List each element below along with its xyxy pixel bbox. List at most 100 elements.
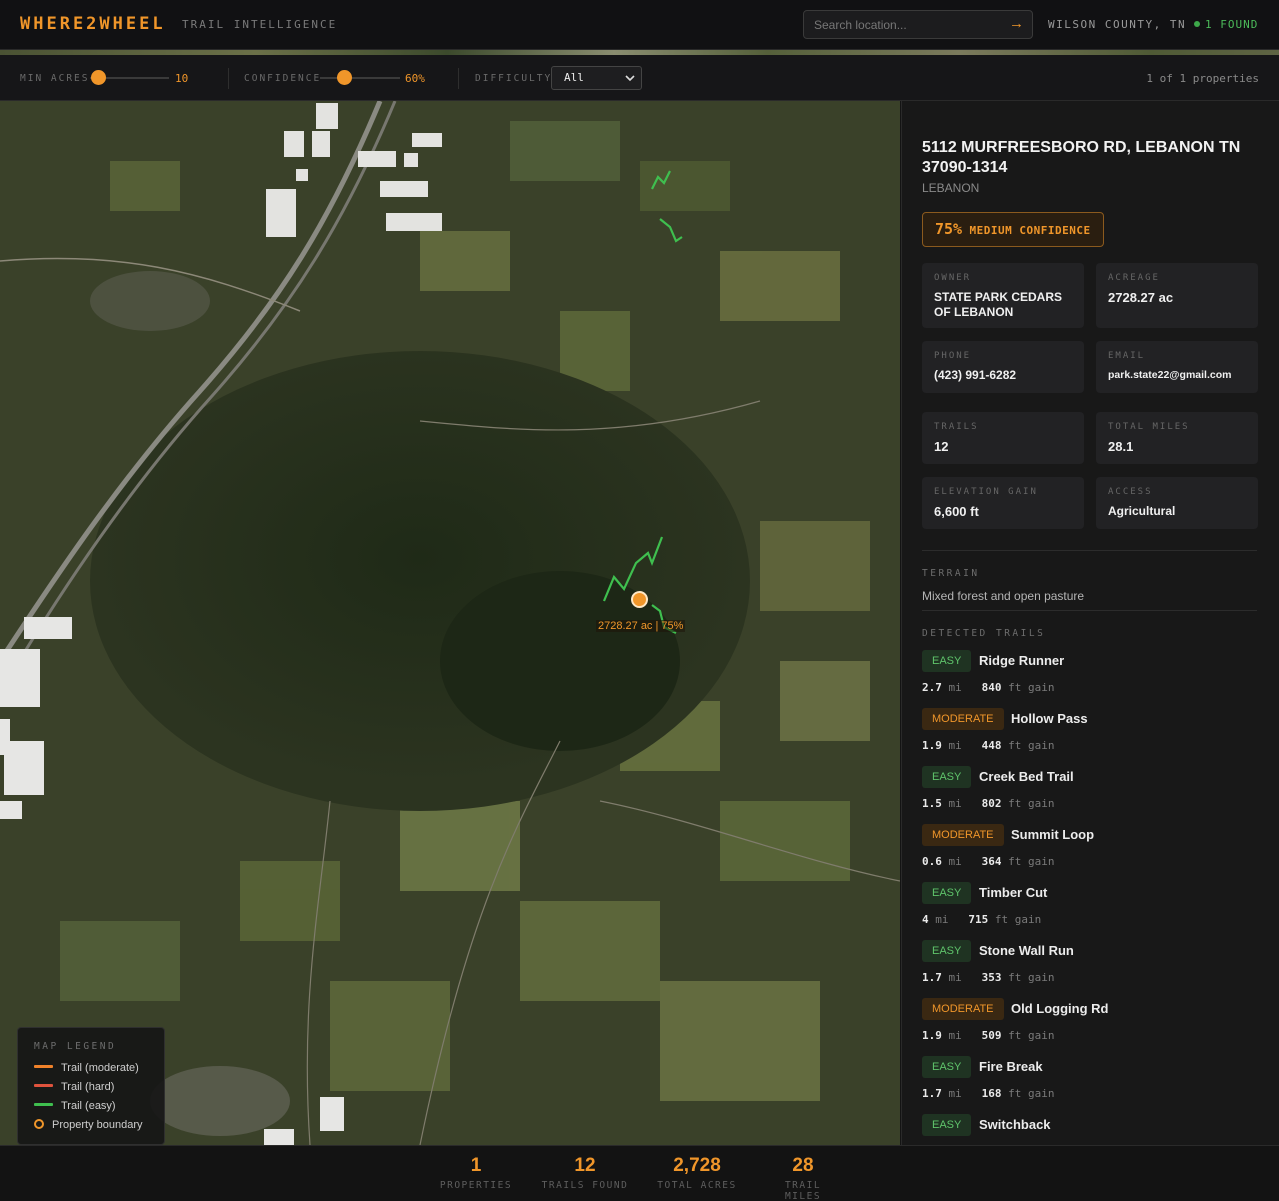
access-label: ACCESS	[1108, 487, 1153, 497]
difficulty-badge: EASY	[922, 650, 972, 672]
app-header: WHERE2WHEEL TRAIL INTELLIGENCE → WILSON …	[0, 0, 1279, 50]
legend-label: Trail (hard)	[61, 1081, 115, 1093]
trail-name: Switchback	[979, 1117, 1051, 1132]
stat-trails-found: 12 TRAILS FOUND	[540, 1155, 630, 1191]
gain-unit: ft gain	[1008, 681, 1055, 694]
difficulty-badge: EASY	[922, 1114, 972, 1136]
stat-label: PROPERTIES	[439, 1180, 513, 1191]
total-miles-label: TOTAL MILES	[1108, 422, 1190, 432]
legend-label: Trail (moderate)	[61, 1062, 139, 1074]
difficulty-label: DIFFICULTY	[475, 73, 553, 84]
min-acres-slider-thumb[interactable]	[90, 70, 106, 85]
difficulty-badge: EASY	[922, 940, 972, 962]
difficulty-badge: EASY	[922, 766, 972, 788]
trail-item[interactable]: EASY Stone Wall Run 1.7 mi 353 ft gain	[922, 940, 1262, 998]
phone-value[interactable]: (423) 991-6282	[934, 368, 1079, 383]
trail-miles: 2.7	[922, 681, 942, 694]
trail-miles: 1.7	[922, 1087, 942, 1100]
found-status: 1 FOUND	[1194, 18, 1258, 31]
property-marker[interactable]	[631, 591, 648, 608]
access-card: ACCESS Agricultural	[1096, 477, 1258, 529]
terrain-heading: TERRAIN	[922, 568, 980, 579]
trail-name: Creek Bed Trail	[979, 769, 1074, 784]
gain-unit: ft gain	[1008, 797, 1055, 810]
difficulty-select[interactable]: All	[551, 66, 642, 90]
brand-logo[interactable]: WHERE2WHEEL	[20, 14, 166, 34]
satellite-map[interactable]: 2728.27 ac | 75% MAP LEGEND Trail (moder…	[0, 101, 900, 1145]
search-input[interactable]	[804, 11, 999, 38]
trail-miles: 1.5	[922, 797, 942, 810]
legend-item-boundary: Property boundary	[34, 1119, 143, 1131]
property-boundary-ring-icon	[34, 1119, 44, 1129]
stat-value: 12	[574, 1155, 596, 1176]
gain-unit: ft gain	[1008, 1087, 1055, 1100]
satellite-imagery	[0, 101, 900, 1145]
stat-value: 2,728	[673, 1155, 721, 1176]
miles-unit: mi	[948, 797, 962, 810]
miles-unit: mi	[948, 739, 962, 752]
trail-stats: 2.7 mi 840 ft gain	[922, 681, 1054, 694]
trail-moderate-swatch-icon	[34, 1065, 53, 1068]
confidence-slider-thumb[interactable]	[337, 70, 352, 85]
section-divider	[922, 610, 1257, 611]
gain-unit: ft gain	[1008, 971, 1055, 984]
trail-item[interactable]: EASY Fire Break 1.7 mi 168 ft gain	[922, 1056, 1262, 1114]
property-count: 1 of 1 properties	[1146, 72, 1259, 85]
trail-item[interactable]: EASY Creek Bed Trail 1.5 mi 802 ft gain	[922, 766, 1262, 824]
difficulty-badge: EASY	[922, 882, 972, 904]
miles-unit: mi	[948, 971, 962, 984]
difficulty-badge: MODERATE	[922, 708, 1004, 730]
filter-divider	[228, 68, 229, 89]
difficulty-badge: MODERATE	[922, 998, 1004, 1020]
trail-stats: 1.7 mi 353 ft gain	[922, 971, 1054, 984]
trail-stats: 1.5 mi 802 ft gain	[922, 797, 1054, 810]
property-detail-panel[interactable]: 5112 MURFREESBORO RD, LEBANON TN 37090-1…	[901, 101, 1279, 1145]
trail-miles: 1.9	[922, 1029, 942, 1042]
filter-divider	[458, 68, 459, 89]
trail-item[interactable]: EASY Ridge Runner 2.7 mi 840 ft gain	[922, 650, 1262, 708]
stat-value: 28	[792, 1155, 814, 1176]
elevation-card: ELEVATION GAIN 6,600 ft	[922, 477, 1084, 529]
trails-value: 12	[934, 439, 949, 454]
miles-unit: mi	[948, 855, 962, 868]
trail-name: Summit Loop	[1011, 827, 1095, 842]
trail-hard-swatch-icon	[34, 1084, 53, 1087]
miles-unit: mi	[948, 681, 962, 694]
terrain-value: Mixed forest and open pasture	[922, 589, 1085, 603]
difficulty-selected-value: All	[564, 71, 584, 84]
trail-gain: 802	[981, 797, 1002, 810]
trail-name: Stone Wall Run	[979, 943, 1074, 958]
map-legend: MAP LEGEND Trail (moderate) Trail (hard)…	[17, 1027, 165, 1145]
email-card: EMAIL park.state22@gmail.com	[1096, 341, 1258, 393]
stat-value: 1	[470, 1155, 482, 1176]
legend-item-easy: Trail (easy)	[34, 1100, 116, 1112]
confidence-slider[interactable]	[320, 77, 400, 79]
trail-name: Old Logging Rd	[1011, 1001, 1109, 1016]
email-value[interactable]: park.state22@gmail.com	[1108, 368, 1253, 383]
trail-item[interactable]: EASY Timber Cut 4 mi 715 ft gain	[922, 882, 1262, 940]
property-marker-label: 2728.27 ac | 75%	[596, 620, 686, 632]
legend-title: MAP LEGEND	[34, 1041, 117, 1052]
legend-item-moderate: Trail (moderate)	[34, 1062, 139, 1074]
trail-gain: 840	[981, 681, 1002, 694]
trail-gain: 509	[981, 1029, 1002, 1042]
search-submit-button[interactable]: →	[1009, 15, 1024, 32]
status-dot-icon	[1194, 21, 1200, 27]
trail-item[interactable]: MODERATE Hollow Pass 1.9 mi 448 ft gain	[922, 708, 1262, 766]
stat-properties: 1 PROPERTIES	[438, 1155, 514, 1191]
stat-label: TOTAL ACRES	[657, 1180, 737, 1191]
trails-label: TRAILS	[934, 422, 979, 432]
confidence-level-label: MEDIUM CONFIDENCE	[969, 224, 1091, 237]
trail-item[interactable]: MODERATE Summit Loop 0.6 mi 364 ft gain	[922, 824, 1262, 882]
phone-label: PHONE	[934, 351, 972, 361]
gain-unit: ft gain	[994, 913, 1042, 926]
difficulty-badge: MODERATE	[922, 824, 1004, 846]
stat-total-acres: 2,728 TOTAL ACRES	[655, 1155, 739, 1191]
acreage-card: ACREAGE 2728.27 ac	[1096, 263, 1258, 328]
trail-name: Hollow Pass	[1011, 711, 1088, 726]
trail-item[interactable]: EASY Switchback	[922, 1114, 1262, 1145]
trail-item[interactable]: MODERATE Old Logging Rd 1.9 mi 509 ft gain	[922, 998, 1262, 1056]
stat-trail-miles: 28 TRAIL MILES	[764, 1155, 842, 1201]
email-label: EMAIL	[1108, 351, 1146, 361]
legend-item-hard: Trail (hard)	[34, 1081, 114, 1093]
